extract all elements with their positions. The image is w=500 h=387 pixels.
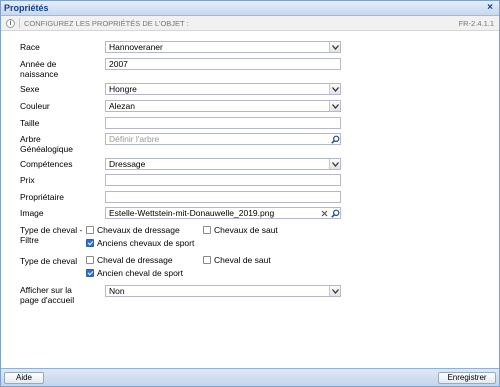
info-text: CONFIGUREZ LES PROPRIÉTÉS DE L'OBJET : — [24, 18, 189, 28]
color-value: Alezan — [109, 101, 135, 111]
chevron-down-icon[interactable] — [329, 84, 340, 94]
chevron-down-icon[interactable] — [329, 101, 340, 111]
checkbox[interactable] — [203, 256, 211, 264]
search-icon[interactable] — [330, 208, 340, 218]
family-tree-label: Arbre Généalogique — [20, 134, 73, 154]
sex-combo[interactable]: Hongre — [105, 83, 341, 95]
skills-value: Dressage — [109, 159, 146, 169]
search-icon[interactable] — [330, 134, 340, 144]
separator — [19, 18, 20, 28]
help-button[interactable]: Aide — [4, 372, 44, 384]
sex-value: Hongre — [109, 84, 137, 94]
skills-label: Compétences — [20, 159, 73, 169]
horse-type-option-saut[interactable]: Cheval de saut — [203, 255, 271, 265]
birth-year-value: 2007 — [109, 59, 128, 69]
image-picker[interactable]: Estelle-Wettstein-mit-Donauwelle_2019.pn… — [105, 207, 341, 219]
version-label: FR-2.4.1.1 — [458, 18, 494, 28]
info-bar: i CONFIGUREZ LES PROPRIÉTÉS DE L'OBJET :… — [1, 16, 499, 31]
horse-type-option-ancien[interactable]: Ancien cheval de sport — [86, 268, 183, 278]
family-tree-picker[interactable]: Définir l'arbre — [105, 133, 341, 145]
filter-option-anciens[interactable]: Anciens chevaux de sport — [86, 238, 194, 248]
checkbox[interactable] — [203, 226, 211, 234]
button-bar: Aide Enregistrer — [1, 368, 499, 386]
filter-option-label: Chevaux de saut — [214, 225, 278, 235]
horse-type-option-label: Ancien cheval de sport — [97, 268, 183, 278]
filter-label: Type de cheval - Filtre — [20, 225, 83, 245]
homepage-label: Afficher sur la page d'accueil — [20, 285, 75, 305]
owner-label: Propriétaire — [20, 192, 64, 202]
homepage-value: Non — [109, 286, 125, 296]
chevron-down-icon[interactable] — [329, 159, 340, 169]
race-value: Hannoveraner — [109, 42, 163, 52]
price-input[interactable] — [105, 174, 341, 186]
chevron-down-icon[interactable] — [329, 42, 340, 52]
filter-option-dressage[interactable]: Chevaux de dressage — [86, 225, 180, 235]
size-input[interactable] — [105, 117, 341, 129]
family-tree-placeholder: Définir l'arbre — [109, 134, 160, 144]
color-combo[interactable]: Alezan — [105, 100, 341, 112]
sex-label: Sexe — [20, 84, 40, 94]
properties-window: Propriétés × i CONFIGUREZ LES PROPRIÉTÉS… — [0, 0, 500, 387]
close-icon[interactable]: × — [485, 3, 495, 13]
info-icon: i — [6, 18, 15, 28]
birth-year-label: Année de naissance — [20, 59, 59, 79]
horse-type-option-label: Cheval de dressage — [97, 255, 173, 265]
filter-option-saut[interactable]: Chevaux de saut — [203, 225, 278, 235]
skills-combo[interactable]: Dressage — [105, 158, 341, 170]
size-label: Taille — [20, 118, 40, 128]
filter-option-label: Chevaux de dressage — [97, 225, 180, 235]
save-button[interactable]: Enregistrer — [438, 372, 496, 384]
window-titlebar[interactable]: Propriétés × — [1, 1, 499, 16]
checkbox-checked[interactable] — [86, 269, 94, 277]
race-label: Race — [20, 42, 40, 52]
owner-input[interactable] — [105, 191, 341, 203]
clear-icon[interactable] — [319, 208, 329, 218]
birth-year-input[interactable]: 2007 — [105, 58, 341, 70]
horse-type-label: Type de cheval — [20, 256, 78, 266]
window-title: Propriétés — [4, 3, 49, 13]
filter-option-label: Anciens chevaux de sport — [97, 238, 195, 248]
horse-type-option-dressage[interactable]: Cheval de dressage — [86, 255, 173, 265]
checkbox[interactable] — [86, 256, 94, 264]
homepage-combo[interactable]: Non — [105, 285, 341, 297]
checkbox[interactable] — [86, 226, 94, 234]
horse-type-option-label: Cheval de saut — [214, 255, 271, 265]
checkbox-checked[interactable] — [86, 239, 94, 247]
price-label: Prix — [20, 175, 35, 185]
image-label: Image — [20, 208, 44, 218]
race-combo[interactable]: Hannoveraner — [105, 41, 341, 53]
image-value: Estelle-Wettstein-mit-Donauwelle_2019.pn… — [109, 208, 275, 218]
chevron-down-icon[interactable] — [329, 286, 340, 296]
color-label: Couleur — [20, 101, 50, 111]
